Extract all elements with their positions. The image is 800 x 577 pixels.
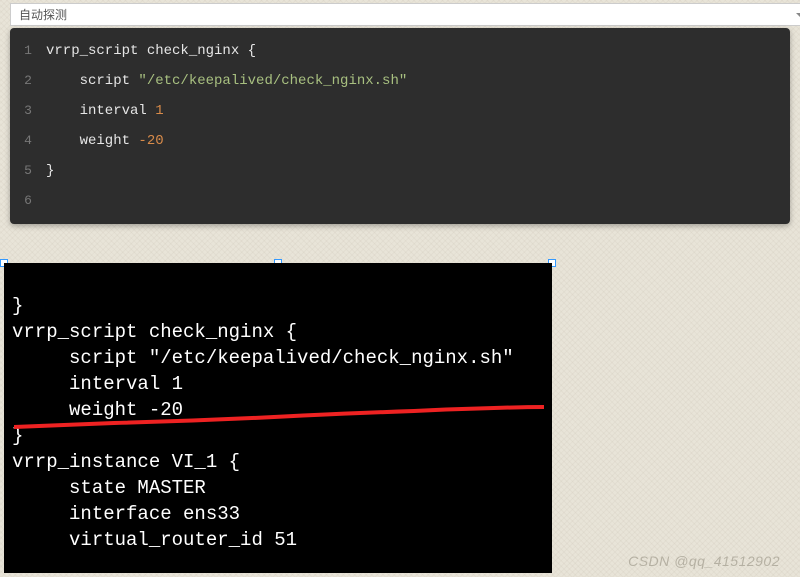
line-number: 4 xyxy=(10,126,46,156)
code-line: 2 script "/etc/keepalived/check_nginx.sh… xyxy=(10,66,790,96)
line-content: interval 1 xyxy=(46,96,790,126)
terminal-line: } xyxy=(12,295,23,317)
line-content: script "/etc/keepalived/check_nginx.sh" xyxy=(46,66,790,96)
terminal-screenshot[interactable]: } vrrp_script check_nginx { script "/etc… xyxy=(4,263,552,573)
line-number: 5 xyxy=(10,156,46,186)
code-line: 5 } xyxy=(10,156,790,186)
terminal-content: } vrrp_script check_nginx { script "/etc… xyxy=(4,263,552,573)
terminal-line: virtual_router_id 51 xyxy=(12,529,297,551)
line-number: 3 xyxy=(10,96,46,126)
terminal-line: } xyxy=(12,425,23,447)
line-number: 1 xyxy=(10,36,46,66)
terminal-line: state MASTER xyxy=(12,477,206,499)
code-line: 4 weight -20 xyxy=(10,126,790,156)
terminal-line: weight -20 xyxy=(12,399,183,421)
line-content: } xyxy=(46,156,790,186)
line-content: vrrp_script check_nginx { xyxy=(46,36,790,66)
language-detect-dropdown[interactable]: 自动探测 xyxy=(10,3,800,26)
watermark: CSDN @qq_41512902 xyxy=(628,553,780,569)
line-content xyxy=(46,186,790,216)
line-number: 2 xyxy=(10,66,46,96)
code-line: 6 xyxy=(10,186,790,216)
terminal-line: vrrp_instance VI_1 { xyxy=(12,451,240,473)
line-number: 6 xyxy=(10,186,46,216)
terminal-line: script "/etc/keepalived/check_nginx.sh" xyxy=(12,347,514,369)
code-editor: 1 vrrp_script check_nginx { 2 script "/e… xyxy=(10,28,790,224)
code-line: 3 interval 1 xyxy=(10,96,790,126)
code-line: 1 vrrp_script check_nginx { xyxy=(10,36,790,66)
terminal-line: interval 1 xyxy=(12,373,183,395)
dropdown-label: 自动探测 xyxy=(19,8,67,22)
line-content: weight -20 xyxy=(46,126,790,156)
terminal-line: interface ens33 xyxy=(12,503,240,525)
terminal-line: vrrp_script check_nginx { xyxy=(12,321,297,343)
